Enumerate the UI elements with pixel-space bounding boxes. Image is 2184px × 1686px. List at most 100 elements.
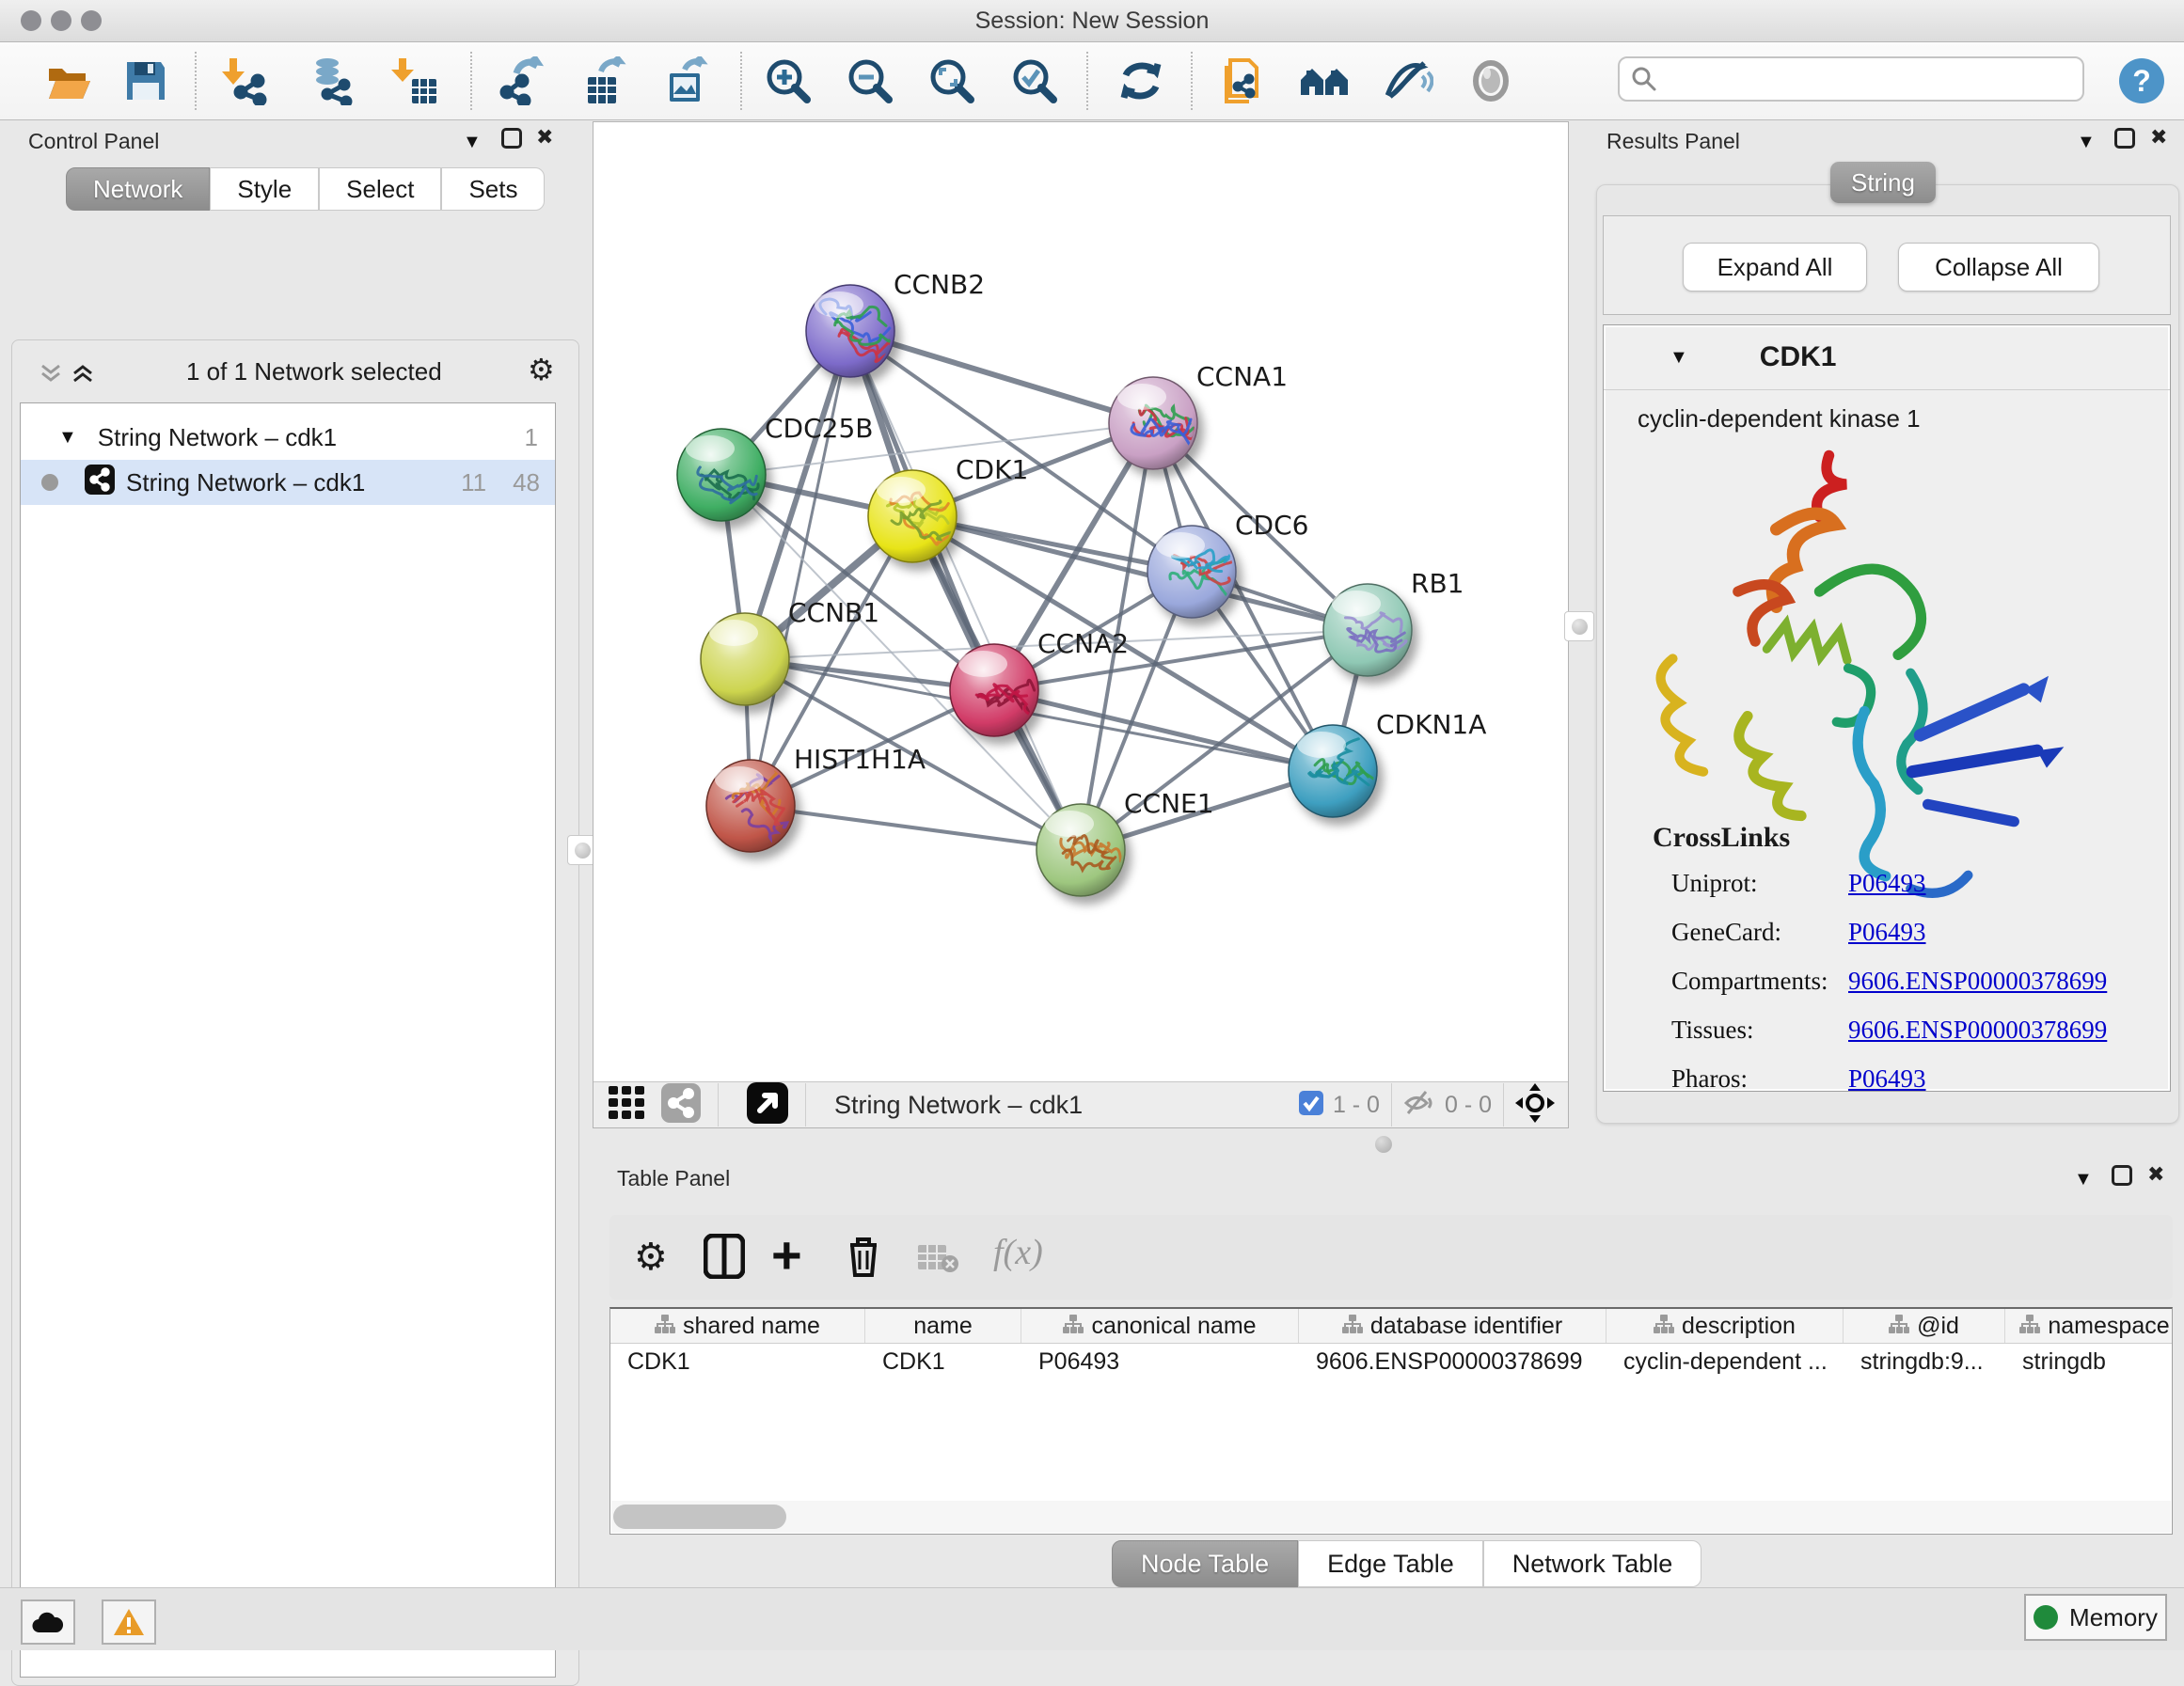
crosslink-link[interactable]: P06493 — [1848, 1064, 1926, 1094]
crosslink-link[interactable]: P06493 — [1848, 869, 1926, 898]
show-columns-icon[interactable] — [704, 1234, 745, 1284]
zoom-fit-icon[interactable] — [926, 55, 977, 106]
glass-effect-icon[interactable] — [1383, 55, 1433, 106]
help-icon[interactable]: ? — [2116, 55, 2167, 106]
maximize-panel-icon[interactable] — [2114, 128, 2135, 149]
delete-column-icon[interactable] — [845, 1234, 882, 1284]
float-panel-icon[interactable]: ▼ — [2074, 1170, 2093, 1189]
network-options-gear-icon[interactable]: ⚙ — [528, 352, 555, 387]
export-image-icon[interactable] — [661, 55, 712, 106]
refresh-icon[interactable] — [1116, 55, 1166, 106]
import-table-icon[interactable] — [388, 55, 439, 106]
zoom-out-icon[interactable] — [845, 55, 895, 106]
network-view-mode-icon[interactable] — [661, 1083, 701, 1127]
zoom-in-icon[interactable] — [763, 55, 814, 106]
cell-databaseidentifier[interactable]: 9606.ENSP00000378699 — [1299, 1344, 1606, 1379]
edge-CCNB2-HIST1H1A[interactable] — [751, 331, 850, 806]
table-row[interactable]: CDK1CDK1P064939606.ENSP00000378699cyclin… — [610, 1344, 2172, 1379]
control-panel-title: Control Panel — [28, 129, 159, 154]
clone-network-icon[interactable] — [1218, 55, 1269, 106]
control-tab-select[interactable]: Select — [319, 167, 441, 211]
float-panel-icon[interactable]: ▼ — [2077, 133, 2096, 151]
zoom-selected-icon[interactable] — [1009, 55, 1060, 106]
control-tab-network[interactable]: Network — [66, 167, 210, 211]
collapse-all-tree-icon[interactable] — [39, 361, 63, 390]
cloud-status-button[interactable] — [21, 1599, 75, 1645]
save-session-icon[interactable] — [120, 55, 171, 106]
column-header-databaseidentifier[interactable]: database identifier — [1299, 1309, 1606, 1343]
column-header-canonicalname[interactable]: canonical name — [1021, 1309, 1299, 1343]
close-panel-icon[interactable]: ✖ — [2150, 127, 2167, 148]
node-HIST1H1A[interactable]: HIST1H1A — [706, 744, 926, 852]
birds-eye-pan-icon[interactable] — [1515, 1083, 1555, 1127]
table-horizontal-scrollbar[interactable] — [611, 1501, 2171, 1533]
edge-HIST1H1A-CCNE1[interactable] — [751, 806, 1081, 850]
add-column-icon[interactable]: + — [771, 1232, 802, 1279]
search-input[interactable] — [1618, 56, 2084, 102]
column-header-id[interactable]: @id — [1844, 1309, 2005, 1343]
expand-all-button[interactable]: Expand All — [1683, 243, 1867, 292]
close-panel-icon[interactable]: ✖ — [536, 127, 553, 148]
crosslink-link[interactable]: P06493 — [1848, 918, 1926, 947]
cell-canonicalname[interactable]: P06493 — [1021, 1344, 1299, 1379]
maximize-panel-icon[interactable] — [2112, 1165, 2132, 1186]
node-details-header[interactable]: ▼ CDK1 — [1604, 325, 2170, 390]
network-row-selected[interactable]: String Network – cdk1 11 48 — [21, 460, 555, 505]
section-collapse-icon[interactable]: ▼ — [1670, 348, 1688, 367]
warning-status-button[interactable] — [102, 1599, 156, 1645]
tab-edge-table[interactable]: Edge Table — [1298, 1540, 1483, 1587]
cell-id[interactable]: stringdb:9... — [1844, 1344, 2005, 1379]
scrollbar-thumb[interactable] — [613, 1505, 786, 1529]
column-header-sharedname[interactable]: shared name — [610, 1309, 865, 1343]
node-CCNB1[interactable]: CCNB1 — [701, 597, 879, 705]
close-panel-icon[interactable]: ✖ — [2147, 1164, 2164, 1185]
expand-all-tree-icon[interactable] — [71, 361, 95, 390]
node-CDK1[interactable]: CDK1 — [868, 454, 1028, 562]
open-in-window-icon[interactable] — [747, 1082, 788, 1128]
collapse-all-button[interactable]: Collapse All — [1898, 243, 2099, 292]
cell-name[interactable]: CDK1 — [865, 1344, 1021, 1379]
export-network-icon[interactable] — [497, 55, 547, 106]
control-tab-style[interactable]: Style — [210, 167, 319, 211]
table-settings-gear-icon[interactable]: ⚙ — [634, 1236, 668, 1279]
import-network-icon[interactable] — [219, 55, 270, 106]
network-canvas[interactable]: CCNB2CCNA1CDC25BCDK1CDC6RB1CCNB1CCNA2CDK… — [593, 122, 1568, 1082]
memory-button[interactable]: Memory — [2024, 1594, 2167, 1641]
crosslink-link[interactable]: 9606.ENSP00000378699 — [1848, 967, 2107, 996]
cell-description[interactable]: cyclin-dependent ... — [1606, 1344, 1844, 1379]
string-home-icon[interactable] — [1299, 55, 1350, 106]
export-table-icon[interactable] — [579, 55, 630, 106]
grid-view-icon[interactable] — [609, 1086, 646, 1125]
network-edge-count: 48 — [513, 468, 540, 497]
crosslinks-heading: CrossLinks — [1653, 822, 1790, 854]
import-network-database-icon[interactable] — [304, 55, 355, 106]
float-panel-icon[interactable]: ▼ — [463, 133, 482, 151]
show-structures-icon[interactable] — [1465, 55, 1516, 106]
edge-CCNB2-CCNA1[interactable] — [850, 331, 1153, 423]
crosslink-label: Uniprot: — [1671, 869, 1848, 898]
horizontal-splitter-grip[interactable] — [1375, 1136, 1392, 1153]
network-collection-row[interactable]: ▼ String Network – cdk1 1 — [21, 415, 555, 460]
tab-string[interactable]: String — [1830, 162, 1936, 203]
selected-checkbox-icon[interactable] — [1299, 1091, 1323, 1120]
control-tab-sets[interactable]: Sets — [441, 167, 545, 211]
node-RB1[interactable]: RB1 — [1323, 568, 1464, 676]
toolbar-separator — [740, 52, 742, 110]
column-header-description[interactable]: description — [1606, 1309, 1844, 1343]
maximize-panel-icon[interactable] — [501, 128, 522, 149]
node-CCNA1[interactable]: CCNA1 — [1109, 361, 1288, 469]
node-CDKN1A[interactable]: CDKN1A — [1289, 709, 1486, 817]
node-CCNE1[interactable]: CCNE1 — [1037, 788, 1214, 896]
column-header-name[interactable]: name — [865, 1309, 1021, 1343]
column-header-namespace[interactable]: namespace — [2005, 1309, 2184, 1343]
tab-node-table[interactable]: Node Table — [1112, 1540, 1298, 1587]
node-label: CDC6 — [1235, 510, 1308, 541]
node-CDC25B[interactable]: CDC25B — [677, 413, 874, 521]
tab-network-table[interactable]: Network Table — [1483, 1540, 1702, 1587]
cell-sharedname[interactable]: CDK1 — [610, 1344, 865, 1379]
table-toolbar: ⚙ + f(x) — [609, 1215, 2173, 1300]
collection-collapse-icon[interactable]: ▼ — [58, 428, 77, 447]
cell-namespace[interactable]: stringdb — [2005, 1344, 2184, 1379]
crosslink-link[interactable]: 9606.ENSP00000378699 — [1848, 1016, 2107, 1045]
open-session-icon[interactable] — [43, 55, 94, 106]
